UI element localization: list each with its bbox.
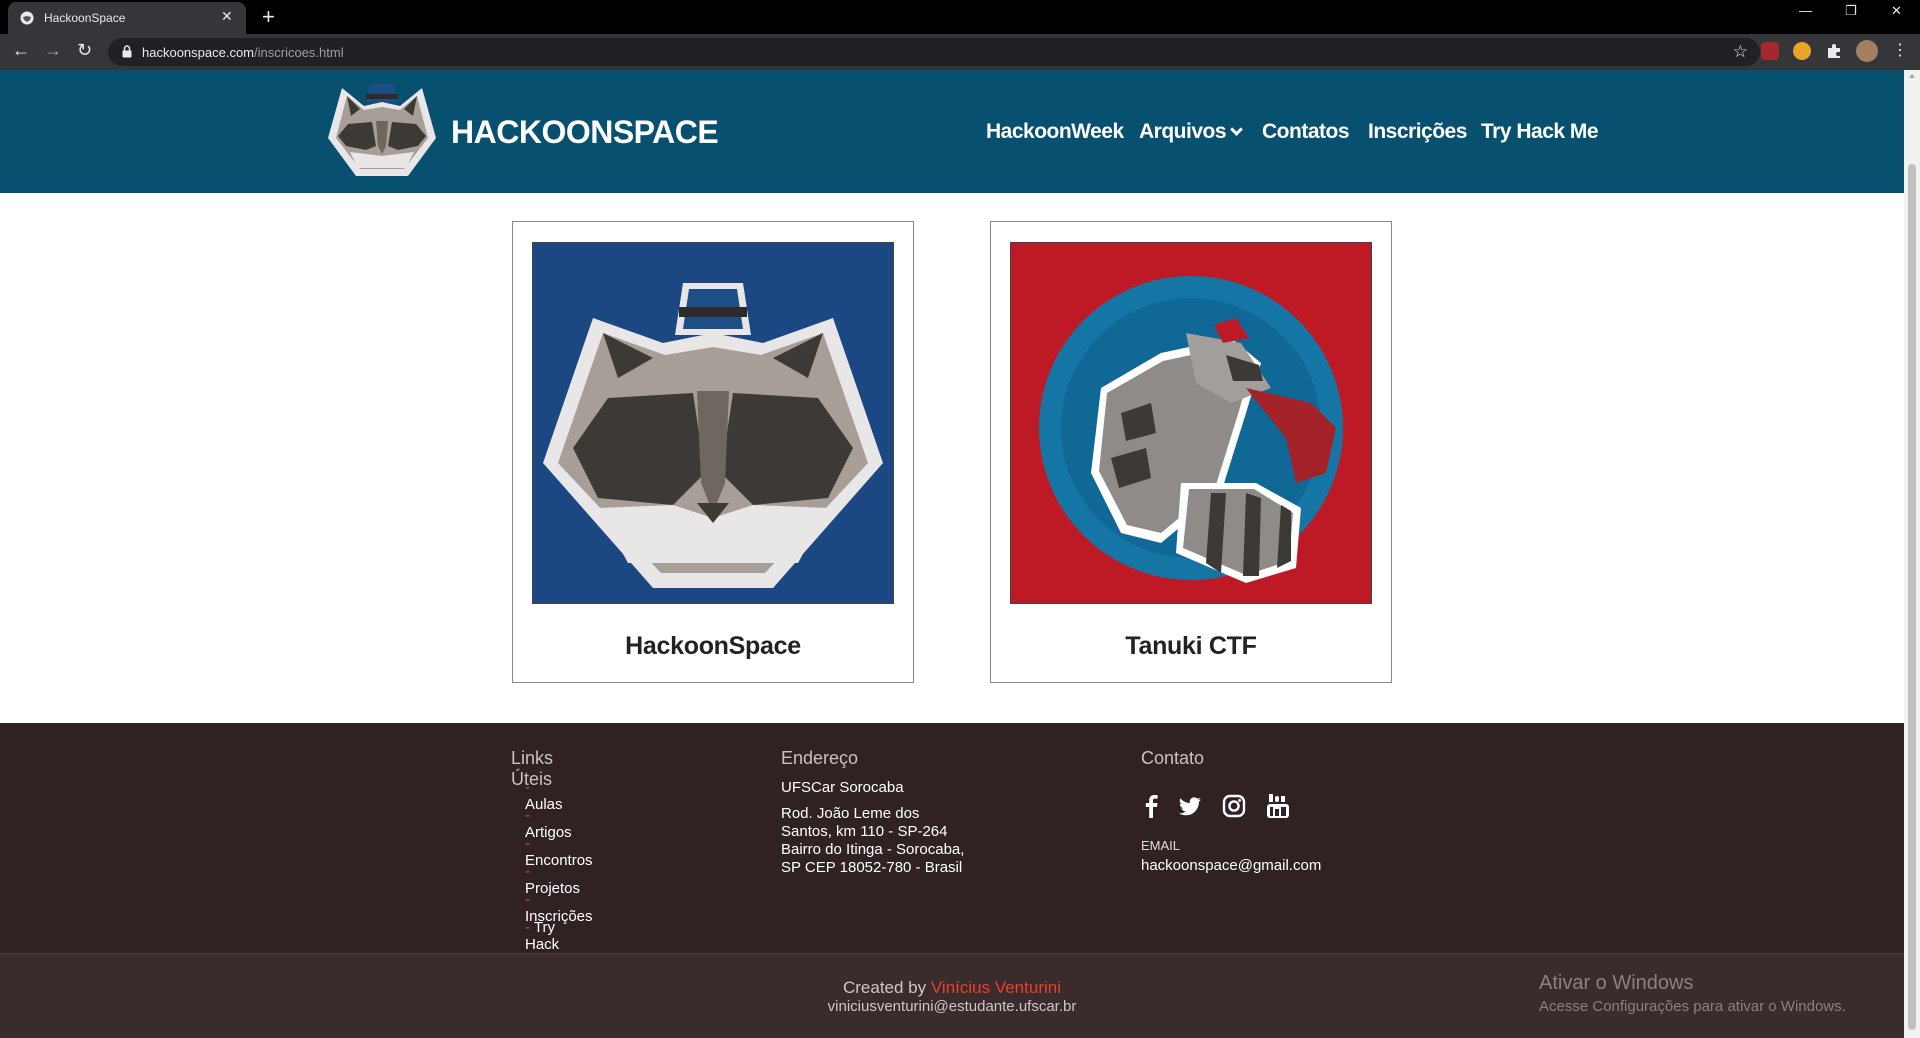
url-text: hackoonspace.com/inscricoes.html [142, 45, 344, 60]
credits-bar: Created by Vinícius Venturini viniciusve… [0, 953, 1904, 1038]
address-line: Bairro do Itinga - Sorocaba, [781, 841, 965, 858]
address-heading: Endereço [781, 748, 859, 768]
address-name: UFSCar Sorocaba [781, 779, 904, 796]
link-dash: - [525, 779, 530, 796]
instagram-icon[interactable] [1221, 793, 1247, 819]
profile-avatar[interactable] [1856, 40, 1878, 62]
windows-activation-text: Acesse Configurações para ativar o Windo… [1539, 998, 1846, 1015]
bookmark-star-icon[interactable]: ☆ [1733, 42, 1748, 62]
address-line: SP CEP 18052-780 - Brasil [781, 859, 963, 876]
nav-hackoonweek[interactable]: HackoonWeek [986, 120, 1124, 144]
raccoon-logo-icon[interactable] [322, 76, 442, 186]
restore-button[interactable]: ❐ [1845, 3, 1857, 19]
forward-button[interactable]: → [44, 40, 62, 61]
link-dash: - [525, 835, 530, 852]
email-label: EMAIL [1141, 838, 1181, 853]
browser-tab[interactable]: HackoonSpace ✕ [8, 2, 246, 34]
site-header: HACKOONSPACE HackoonWeek Arquivos Contat… [0, 70, 1904, 193]
nav-inscricoes[interactable]: Inscrições [1368, 120, 1467, 144]
nav-try-hack-me[interactable]: Try Hack Me [1481, 120, 1599, 144]
browser-toolbar: ← → ↻ hackoonspace.com/inscricoes.html ☆… [0, 34, 1920, 70]
link-dash: - [525, 807, 530, 824]
raccoon-favicon-icon [20, 11, 34, 25]
site-footer: Links Úteis - Aulas - Artigos - Encontro… [0, 723, 1904, 970]
minimize-button[interactable]: — [1799, 3, 1812, 18]
link-dash: - [525, 919, 530, 936]
extension-icon[interactable] [1761, 42, 1779, 60]
page-scrollbar[interactable] [1904, 70, 1920, 1038]
address-bar[interactable]: hackoonspace.com/inscricoes.html ☆ [108, 38, 1760, 66]
reload-button[interactable]: ↻ [77, 40, 92, 61]
nav-arquivos-label: Arquivos [1139, 120, 1227, 143]
lock-icon [122, 45, 132, 58]
close-window-button[interactable]: ✕ [1891, 3, 1902, 19]
windows-activation-title: Ativar o Windows [1539, 972, 1694, 994]
event-card-tanuki-ctf[interactable]: Tanuki CTF [990, 221, 1392, 683]
address-line: Rod. João Leme dos [781, 805, 920, 822]
link-dash: - [525, 891, 530, 908]
browser-menu-icon[interactable]: ⋮ [1892, 40, 1908, 60]
youtube-icon[interactable] [1265, 793, 1291, 819]
tanuki-raccoon-icon [1011, 243, 1371, 603]
event-card-hackoonspace[interactable]: HackoonSpace [512, 221, 914, 683]
browser-tabbar: HackoonSpace ✕ + — ❐ ✕ [0, 0, 1920, 34]
contact-heading: Contato [1141, 748, 1205, 768]
hackoonspace-card-image[interactable] [532, 242, 894, 604]
tanuki-ctf-card-image[interactable] [1010, 242, 1372, 604]
chevron-down-icon [1230, 123, 1243, 136]
tab-close-icon[interactable]: ✕ [221, 8, 233, 25]
card-title: Tanuki CTF [1125, 632, 1257, 660]
nav-arquivos[interactable]: Arquivos [1139, 120, 1243, 144]
link-dash: - [525, 863, 530, 880]
scrollbar-thumb[interactable] [1908, 164, 1916, 1030]
raccoon-face-icon [533, 243, 893, 603]
twitter-icon[interactable] [1177, 793, 1203, 819]
address-line: Santos, km 110 - SP-264 [781, 823, 948, 840]
card-title: HackoonSpace [625, 632, 801, 660]
back-button[interactable]: ← [12, 40, 30, 61]
contact-email-link[interactable]: hackoonspace@gmail.com [1141, 857, 1321, 874]
facebook-icon[interactable] [1139, 793, 1165, 819]
site-brand[interactable]: HACKOONSPACE [451, 114, 719, 151]
puzzle-extensions-icon[interactable] [1825, 42, 1843, 60]
scroll-up-arrow-icon[interactable] [1909, 74, 1915, 78]
nav-contatos[interactable]: Contatos [1262, 120, 1350, 144]
new-tab-button[interactable]: + [262, 4, 275, 30]
url-host: hackoonspace.com [142, 45, 255, 60]
url-path: /inscricoes.html [254, 45, 344, 60]
extension-thumb-icon[interactable] [1793, 42, 1811, 60]
created-by-label: Created by [842, 978, 927, 997]
author-link[interactable]: Vinícius Venturini [931, 978, 1061, 997]
page-viewport: HACKOONSPACE HackoonWeek Arquivos Contat… [0, 70, 1904, 1038]
tab-title: HackoonSpace [44, 11, 126, 25]
